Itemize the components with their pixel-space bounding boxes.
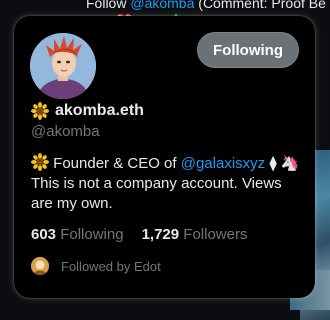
background-tweet-text: Follow [86, 0, 131, 11]
following-button[interactable]: Following [197, 32, 299, 68]
sunflower-icon [31, 102, 49, 120]
following-count: 603 [31, 226, 57, 243]
profile-avatar[interactable] [30, 33, 96, 99]
bio-mention-link[interactable]: @galaxisxyz [181, 155, 265, 172]
background-tweet-text-2: (Comment: Proof Be [194, 0, 326, 11]
profile-hover-card: Following akomba.eth @akomba Founder & C… [14, 16, 315, 298]
followed-by-text: Followed by Edot [61, 258, 161, 274]
followers-stat-link[interactable]: 1,729 Followers [142, 226, 248, 243]
following-stat-link[interactable]: 603 Following [31, 226, 124, 243]
followers-label: Followers [183, 226, 248, 243]
background-mention-link[interactable]: @akomba [130, 0, 194, 11]
profile-bio: Founder & CEO of @galaxisxyz ⧫ 🦄 This is… [31, 153, 306, 214]
display-name-row[interactable]: akomba.eth [31, 102, 144, 120]
followed-by-row[interactable]: Followed by Edot [31, 257, 161, 275]
follower-avatar [31, 257, 49, 275]
profile-handle[interactable]: @akomba [31, 123, 100, 140]
following-label: Following [60, 226, 124, 243]
bio-emoji: ⧫ 🦄 [265, 155, 300, 172]
followers-count: 1,729 [141, 226, 180, 243]
avatar-illustration [30, 33, 96, 99]
sunflower-icon [31, 153, 49, 171]
display-name[interactable]: akomba.eth [55, 102, 144, 120]
bio-disclaimer: This is not a company account. Views are… [31, 175, 282, 212]
follow-stats: 603 Following 1,729 Followers [31, 226, 247, 243]
bio-text: Founder & CEO of [53, 155, 181, 172]
